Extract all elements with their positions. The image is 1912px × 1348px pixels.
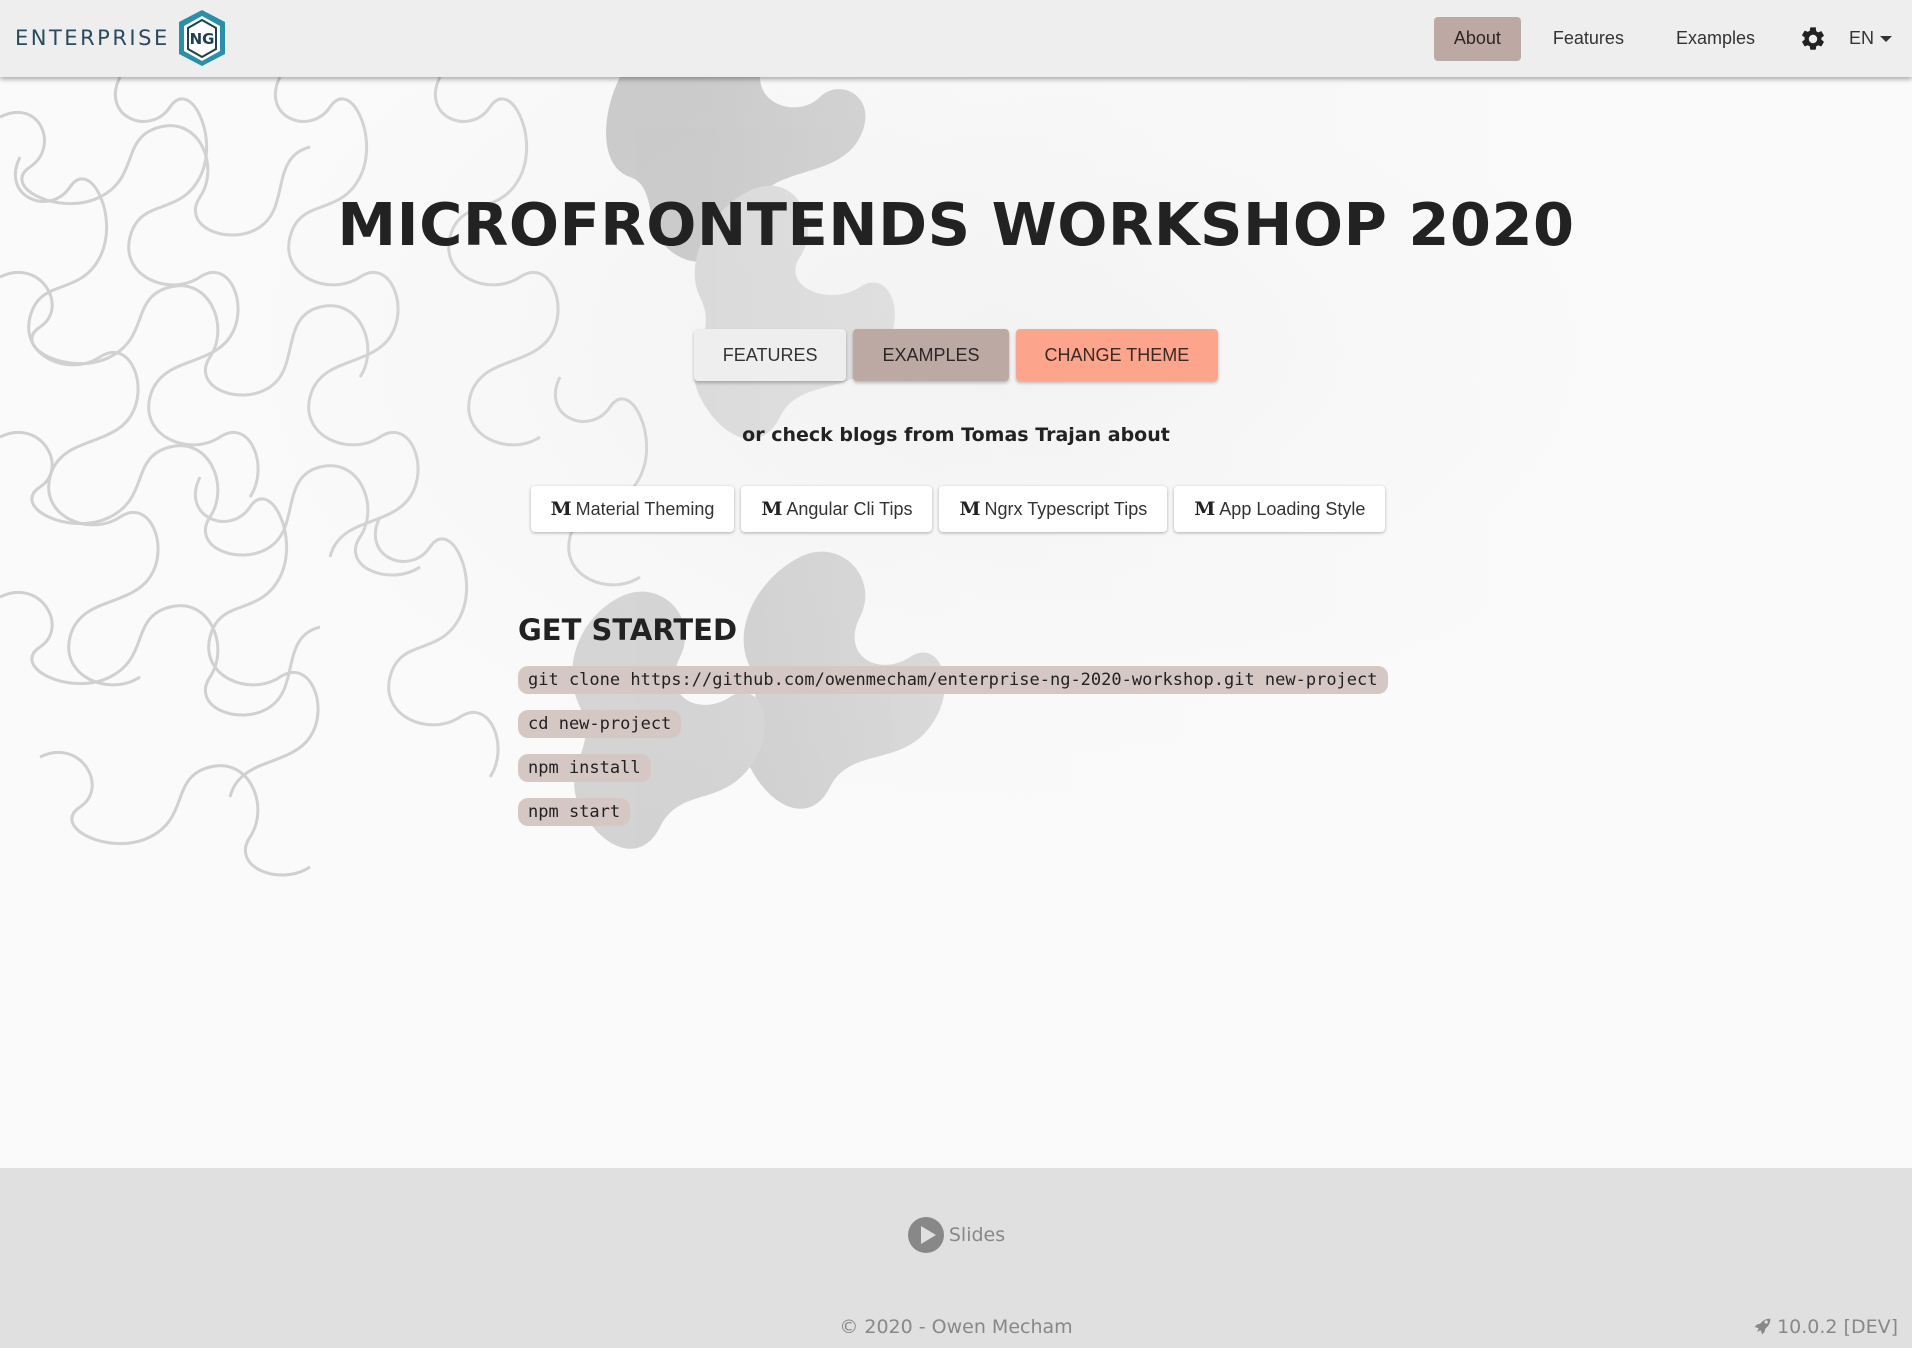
play-circle-icon bbox=[907, 1217, 944, 1253]
slides-label: Slides bbox=[948, 1224, 1006, 1246]
medium-icon: M bbox=[550, 498, 572, 520]
brand-text: ENTERPRISE bbox=[15, 26, 170, 50]
gear-icon bbox=[1802, 26, 1824, 50]
action-buttons: FEATURES EXAMPLES CHANGE THEME bbox=[0, 329, 1912, 381]
medium-icon: M bbox=[761, 498, 783, 520]
nav-features[interactable]: Features bbox=[1533, 17, 1644, 61]
blog-label: Material Theming bbox=[575, 498, 715, 519]
medium-icon: M bbox=[959, 498, 981, 520]
page-footer: Slides © 2020 - Owen Mecham 10.0.2 [DEV] bbox=[0, 1168, 1912, 1348]
command-cd: cd new-project bbox=[518, 710, 682, 738]
command-npm-start: npm start bbox=[518, 798, 631, 826]
blog-label: Ngrx Typescript Tips bbox=[984, 498, 1148, 519]
rocket-icon bbox=[1754, 1318, 1771, 1335]
slides-link[interactable]: Slides bbox=[0, 1216, 1912, 1254]
blog-material-theming-button[interactable]: M Material Theming bbox=[530, 486, 735, 532]
command-list: git clone https://github.com/owenmecham/… bbox=[518, 666, 1388, 842]
blogs-intro: or check blogs from Tomas Trajan about bbox=[742, 424, 1170, 446]
features-button[interactable]: FEATURES bbox=[693, 329, 847, 381]
nav-about[interactable]: About bbox=[1433, 16, 1521, 61]
nav-examples[interactable]: Examples bbox=[1656, 17, 1775, 61]
language-select[interactable]: EN bbox=[1849, 28, 1892, 49]
blog-app-loading-style-button[interactable]: M App Loading Style bbox=[1174, 486, 1386, 532]
blog-links: M Material Theming M Angular Cli Tips M … bbox=[0, 486, 1912, 532]
brand-logo[interactable]: ENTERPRISE NG bbox=[15, 8, 228, 68]
change-theme-button[interactable]: CHANGE THEME bbox=[1015, 329, 1219, 381]
brand-badge-text: NG bbox=[189, 30, 214, 48]
blog-angular-cli-tips-button[interactable]: M Angular Cli Tips bbox=[741, 486, 933, 532]
shield-badge-icon: NG bbox=[178, 10, 225, 66]
page-title: MICROFRONTENDS WORKSHOP 2020 bbox=[337, 190, 1575, 259]
main-nav: About Features Examples EN bbox=[1433, 0, 1912, 77]
settings-button[interactable] bbox=[1787, 13, 1839, 65]
examples-button[interactable]: EXAMPLES bbox=[853, 329, 1009, 381]
blog-label: Angular Cli Tips bbox=[786, 498, 913, 519]
medium-icon: M bbox=[1194, 498, 1216, 520]
get-started-heading: GET STARTED bbox=[518, 613, 738, 647]
version-label: 10.0.2 [DEV] bbox=[1777, 1316, 1898, 1338]
language-value: EN bbox=[1848, 28, 1874, 48]
main-content: MICROFRONTENDS WORKSHOP 2020 FEATURES EX… bbox=[0, 77, 1912, 1168]
blog-ngrx-typescript-tips-button[interactable]: M Ngrx Typescript Tips bbox=[939, 486, 1168, 532]
blog-label: App Loading Style bbox=[1219, 498, 1366, 519]
command-npm-install: npm install bbox=[518, 754, 651, 782]
command-git-clone: git clone https://github.com/owenmecham/… bbox=[518, 666, 1388, 694]
top-toolbar: ENTERPRISE NG About Features Examples EN bbox=[0, 0, 1912, 77]
version-info: 10.0.2 [DEV] bbox=[1752, 1316, 1898, 1338]
chevron-down-icon bbox=[1880, 35, 1892, 42]
copyright-text: © 2020 - Owen Mecham bbox=[839, 1316, 1073, 1338]
